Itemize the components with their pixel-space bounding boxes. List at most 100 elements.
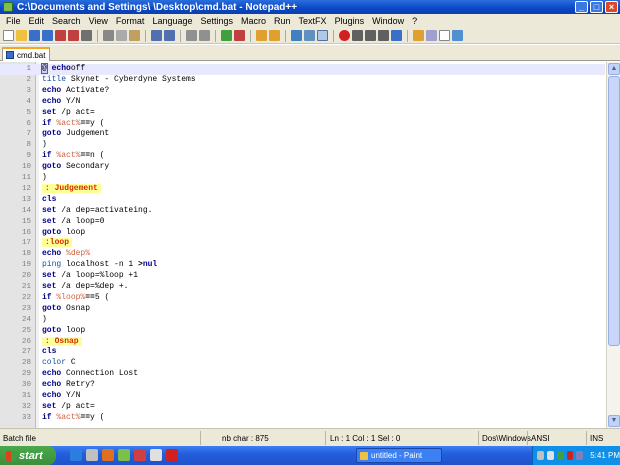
code-line[interactable]: 21 set /a dep=%dep +. [0,282,605,293]
open-file-icon[interactable] [16,30,27,41]
code-line[interactable]: 25 goto loop [0,326,605,337]
copy-icon[interactable] [116,30,127,41]
plugin-3-icon[interactable] [439,30,450,41]
code-editor[interactable]: 1 @ echooff 2 title Skynet - Cyberdyne Syst… [0,62,620,428]
code-line[interactable]: 13 cls [0,195,605,206]
quicklaunch-firefox-icon[interactable] [102,449,114,461]
code-line[interactable]: 33 if %act%==y ( [0,413,605,424]
tray-misc-icon[interactable] [576,451,584,460]
code-line[interactable]: 17:loop [0,238,605,249]
maximize-button[interactable]: □ [590,1,603,13]
record-macro-icon[interactable] [339,30,350,41]
close-file-icon[interactable] [55,30,66,41]
sync-v-icon[interactable] [256,30,267,41]
code-line[interactable]: 6 if %act%==y ( [0,119,605,130]
all-chars-icon[interactable] [304,30,315,41]
code-line[interactable]: 23 goto Osnap [0,304,605,315]
find-icon[interactable] [186,30,197,41]
code-line[interactable]: 5 set /p act= [0,108,605,119]
cut-icon[interactable] [103,30,114,41]
print-icon[interactable] [81,30,92,41]
menu-item-textfx[interactable]: TextFX [295,16,331,26]
code-line[interactable]: 4 echo Y/N [0,97,605,108]
menu-item-plugins[interactable]: Plugins [331,16,369,26]
save-macro-icon[interactable] [391,30,402,41]
save-all-icon[interactable] [42,30,53,41]
code-line[interactable]: 26: Osnap [0,336,605,348]
replace-icon[interactable] [199,30,210,41]
code-line[interactable]: 30 echo Retry? [0,380,605,391]
menu-item-help[interactable]: ? [408,16,421,26]
window-titlebar[interactable]: C:\Documents and Settings\ \Desktop\cmd.… [0,0,620,14]
tray-app-icon[interactable] [556,451,564,460]
word-wrap-icon[interactable] [291,30,302,41]
quicklaunch-app-icon[interactable] [86,449,98,461]
tab-cmd-bat[interactable]: cmd.bat [2,47,51,61]
tray-volume-icon[interactable] [546,451,554,460]
undo-icon[interactable] [151,30,162,41]
menu-item-settings[interactable]: Settings [196,16,237,26]
stop-macro-icon[interactable] [352,30,363,41]
tray-antivirus-icon[interactable] [566,451,574,460]
close-button[interactable]: × [605,1,618,13]
tray-network-icon[interactable] [537,451,544,460]
code-line[interactable]: 19 ping localhost -n 1 >nul [0,260,605,271]
zoom-in-icon[interactable] [221,30,232,41]
menu-item-view[interactable]: View [85,16,112,26]
code-line[interactable]: 32 set /p act= [0,402,605,413]
plugin-4-icon[interactable] [452,30,463,41]
sync-h-icon[interactable] [269,30,280,41]
menu-item-macro[interactable]: Macro [237,16,270,26]
code-line[interactable]: 11) [0,173,605,184]
code-line[interactable]: 15 set /a loop=0 [0,217,605,228]
code-line[interactable]: 29 echo Connection Lost [0,369,605,380]
code-line[interactable]: 12: Judgement [0,183,605,195]
menu-item-search[interactable]: Search [48,16,85,26]
code-line[interactable]: 1 @ echooff [0,63,605,75]
new-file-icon[interactable] [3,30,14,41]
code-line[interactable]: 28 color C [0,358,605,369]
close-all-icon[interactable] [68,30,79,41]
plugin-1-icon[interactable] [413,30,424,41]
menu-item-language[interactable]: Language [148,16,196,26]
code-line[interactable]: 2 title Skynet - Cyberdyne Systems [0,75,605,86]
menu-item-run[interactable]: Run [270,16,295,26]
quicklaunch-ie-icon[interactable] [70,449,82,461]
code-line[interactable]: 27 cls [0,347,605,358]
code-line[interactable]: 24) [0,315,605,326]
vertical-scrollbar[interactable]: ▲ ▼ [606,62,620,428]
menu-item-format[interactable]: Format [112,16,149,26]
code-line[interactable]: 14 set /a dep=activateing. [0,206,605,217]
scrollbar-thumb[interactable] [608,76,620,346]
scroll-down-arrow-icon[interactable]: ▼ [608,415,620,427]
quicklaunch-paint-icon[interactable] [150,449,162,461]
run-macro-icon[interactable] [378,30,389,41]
code-line[interactable]: 8) [0,140,605,151]
paste-icon[interactable] [129,30,140,41]
zoom-out-icon[interactable] [234,30,245,41]
code-line[interactable]: 7 goto Judgement [0,129,605,140]
code-line[interactable]: 10 goto Secondary [0,162,605,173]
menu-item-window[interactable]: Window [368,16,408,26]
quicklaunch-notepadpp-icon[interactable] [118,449,130,461]
play-macro-icon[interactable] [365,30,376,41]
quicklaunch-other-icon[interactable] [166,449,178,461]
code-line[interactable]: 16 goto loop [0,228,605,239]
minimize-button[interactable]: _ [575,1,588,13]
redo-icon[interactable] [164,30,175,41]
code-line[interactable]: 20 set /a loop=%loop +1 [0,271,605,282]
scroll-up-arrow-icon[interactable]: ▲ [608,63,620,75]
start-button[interactable]: start [0,446,56,465]
indent-guide-icon[interactable] [317,30,328,41]
code-line[interactable]: 18 echo %dep% [0,249,605,260]
plugin-2-icon[interactable] [426,30,437,41]
taskbar-item-paint[interactable]: untitled - Paint [356,448,442,463]
code-line[interactable]: 9 if %act%==n ( [0,151,605,162]
menu-item-file[interactable]: File [2,16,25,26]
quicklaunch-media-icon[interactable] [134,449,146,461]
code-line[interactable]: 3 echo Activate? [0,86,605,97]
menu-item-edit[interactable]: Edit [25,16,49,26]
code-line[interactable]: 22 if %loop%==5 ( [0,293,605,304]
save-icon[interactable] [29,30,40,41]
code-line[interactable]: 31 echo Y/N [0,391,605,402]
